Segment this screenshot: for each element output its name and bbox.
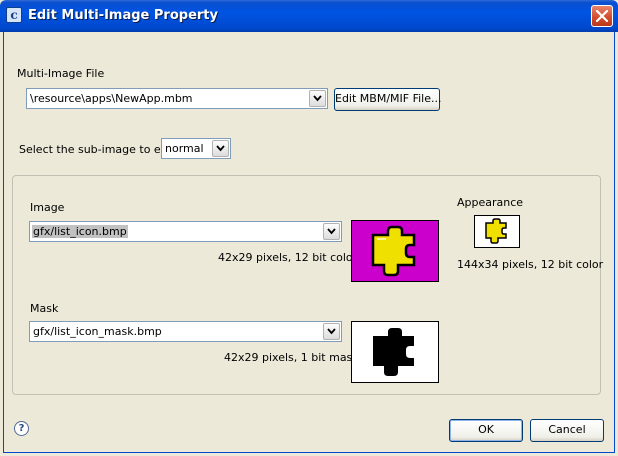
appearance-label: Appearance [457,196,524,209]
puzzle-small-icon [485,218,507,244]
chevron-down-icon [327,228,336,235]
image-preview [351,220,439,282]
multi-image-file-label: Multi-Image File [17,67,105,80]
sub-image-select[interactable]: normal [161,138,231,159]
appearance-preview [474,215,520,248]
mask-label: Mask [30,302,59,315]
mask-info: 42x29 pixels, 1 bit mask [224,351,359,364]
sub-image-dropdown-button[interactable] [212,140,229,157]
image-label: Image [30,201,65,214]
appearance-info: 144x34 pixels, 12 bit color [457,258,604,271]
help-icon[interactable]: ? [14,421,29,436]
edit-mbm-mif-file-button[interactable]: Edit MBM/MIF File... [334,88,442,111]
image-file-combo[interactable]: gfx/list_icon.bmp [29,221,342,242]
mask-file-dropdown-button[interactable] [323,323,340,340]
image-file-dropdown-button[interactable] [323,223,340,240]
window-title: Edit Multi-Image Property [28,8,218,23]
sub-image-label: Select the sub-image to edit: [19,143,179,156]
puzzle-mask-icon [373,328,414,376]
sub-image-value: normal [165,142,204,155]
multi-image-file-combo[interactable]: \resource\apps\NewApp.mbm [26,88,328,109]
puzzle-piece-icon [371,225,416,277]
mask-preview [351,321,439,383]
close-button[interactable] [591,5,613,27]
chevron-down-icon [327,328,336,335]
app-icon: c [6,7,22,23]
multi-image-file-value: \resource\apps\NewApp.mbm [30,92,193,105]
chevron-down-icon [216,145,225,152]
multi-image-file-dropdown-button[interactable] [309,90,326,107]
cancel-button[interactable]: Cancel [530,419,604,442]
chevron-down-icon [313,95,322,102]
image-info: 42x29 pixels, 12 bit color [218,251,358,264]
close-icon [596,10,608,22]
image-file-value: gfx/list_icon.bmp [32,225,128,238]
mask-file-value: gfx/list_icon_mask.bmp [33,325,162,338]
ok-button[interactable]: OK [449,419,523,442]
mask-file-combo[interactable]: gfx/list_icon_mask.bmp [29,321,342,342]
title-bar: c Edit Multi-Image Property [0,0,618,32]
